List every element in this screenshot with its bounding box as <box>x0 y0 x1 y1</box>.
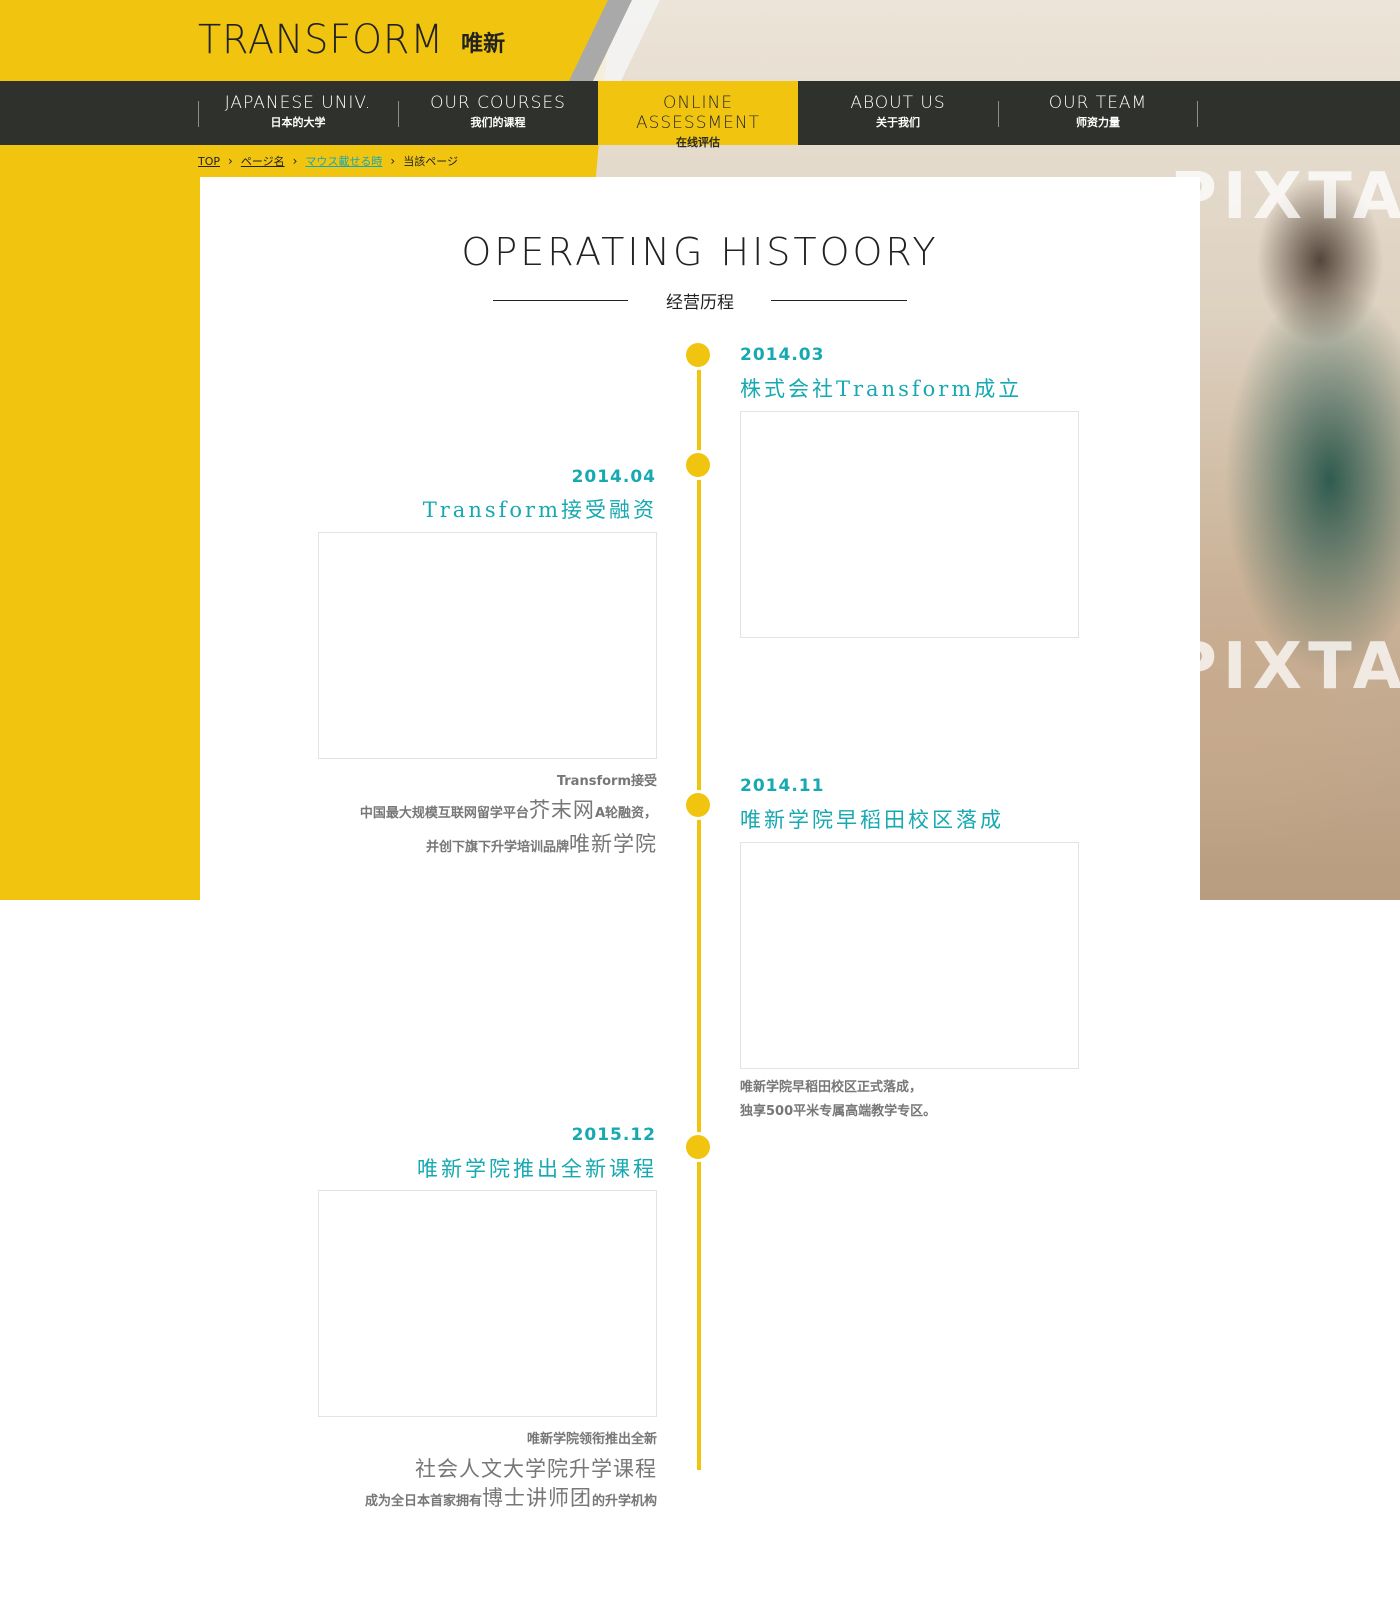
timeline-image-placeholder <box>318 1190 657 1417</box>
timeline-description: Transform接受 中国最大规模互联网留学平台芥末网A轮融资， 并创下旗下升… <box>300 770 657 860</box>
timeline-title: 唯新学院推出全新课程 <box>417 1157 657 1181</box>
breadcrumb-link-page[interactable]: ページ名 <box>241 153 285 169</box>
timeline-dot <box>683 340 713 370</box>
nav-item-our-courses[interactable]: OUR COURSES 我们的课程 <box>398 81 598 145</box>
nav-item-online-assessment[interactable]: ONLINE ASSESSMENT 在线评估 <box>598 81 798 149</box>
section-title-cn: 经营历程 <box>666 293 734 313</box>
description-text: 成为全日本首家拥有 <box>364 1494 482 1509</box>
description-line: 成为全日本首家拥有博士讲师团的升学机构 <box>300 1486 657 1514</box>
description-line: 独享500平米专属高端教学专区。 <box>740 1104 937 1119</box>
timeline-date: 2014.11 <box>740 776 825 796</box>
nav-label-en: OUR COURSES <box>430 93 566 113</box>
description-text: A轮融资， <box>594 806 657 821</box>
description-line: 唯新学院领衔推出全新 <box>526 1432 657 1447</box>
description-text: 中国最大规模互联网留学平台 <box>359 806 529 821</box>
nav-label-cn: 我们的课程 <box>470 116 526 129</box>
breadcrumb: TOP › ページ名 › マウス載せる時 › 当該ページ <box>198 153 458 169</box>
timeline-image-placeholder <box>318 532 657 759</box>
breadcrumb-link-hover[interactable]: マウス載せる時 <box>305 153 382 169</box>
timeline-title: 株式会社Transform成立 <box>740 377 1023 401</box>
nav-label-cn: 师资力量 <box>1076 116 1120 129</box>
main-navigation: JAPANESE UNIV. 日本的大学 OUR COURSES 我们的课程 O… <box>0 81 1400 149</box>
timeline-image-placeholder <box>740 411 1079 638</box>
timeline-date: 2014.04 <box>571 467 656 487</box>
nav-label-en: ABOUT US <box>850 93 946 113</box>
timeline-image-placeholder <box>740 842 1079 1069</box>
nav-label-cn: 在线评估 <box>676 136 720 149</box>
description-highlight: 博士讲师团 <box>481 1486 592 1510</box>
description-line: 唯新学院早稻田校区正式落成， <box>740 1080 923 1095</box>
chevron-right-icon: › <box>228 154 233 168</box>
timeline-date: 2014.03 <box>740 345 825 365</box>
timeline-description: 唯新学院早稻田校区正式落成， 独享500平米专属高端教学专区。 <box>740 1076 1100 1124</box>
logo-text-en: TRANSFORM <box>198 17 445 63</box>
description-line: 并创下旗下升学培训品牌唯新学院 <box>300 832 657 860</box>
nav-label-en: OUR TEAM <box>1048 93 1148 113</box>
description-highlight: 社会人文大学院升学课程 <box>415 1457 657 1481</box>
timeline-date: 2015.12 <box>571 1125 656 1145</box>
title-divider-right <box>771 300 907 301</box>
section-title-en: OPERATING HISTOORY <box>461 230 939 274</box>
description-highlight: 唯新学院 <box>569 832 657 856</box>
description-line: 中国最大规模互联网留学平台芥末网A轮融资， <box>300 798 657 826</box>
nav-label-en: ONLINE ASSESSMENT <box>635 93 761 133</box>
timeline-axis <box>697 355 701 1470</box>
photo-watermark: PIXTA <box>1170 160 1400 234</box>
description-text: 的升学机构 <box>591 1494 657 1509</box>
chevron-right-icon: › <box>390 154 396 168</box>
description-text: 并创下旗下升学培训品牌 <box>425 840 569 855</box>
breadcrumb-current: 当該ページ <box>403 155 459 168</box>
timeline-description: 唯新学院领衔推出全新 社会人文大学院升学课程 成为全日本首家拥有博士讲师团的升学… <box>300 1428 657 1514</box>
photo-watermark: PIXTA <box>1170 630 1400 704</box>
timeline-title: Transform接受融资 <box>422 498 657 522</box>
nav-label-en: JAPANESE UNIV. <box>224 93 372 113</box>
chevron-right-icon: › <box>292 154 298 168</box>
breadcrumb-link-top[interactable]: TOP <box>198 155 220 168</box>
description-highlight: 芥末网 <box>528 798 595 822</box>
timeline-dot <box>683 450 713 480</box>
timeline-dot <box>683 1132 713 1162</box>
timeline-title: 唯新学院早稻田校区落成 <box>740 808 1004 832</box>
nav-item-about-us[interactable]: ABOUT US 关于我们 <box>798 81 998 145</box>
logo-text-cn: 唯新 <box>461 32 506 57</box>
nav-item-japanese-univ[interactable]: JAPANESE UNIV. 日本的大学 <box>198 81 398 145</box>
nav-item-our-team[interactable]: OUR TEAM 师资力量 <box>998 81 1198 145</box>
timeline-dot <box>683 790 713 820</box>
nav-divider <box>1197 101 1198 127</box>
nav-label-cn: 关于我们 <box>876 116 920 129</box>
description-line: Transform接受 <box>556 774 657 789</box>
site-logo[interactable]: TRANSFORM 唯新 <box>198 20 505 60</box>
nav-label-cn: 日本的大学 <box>270 116 326 129</box>
